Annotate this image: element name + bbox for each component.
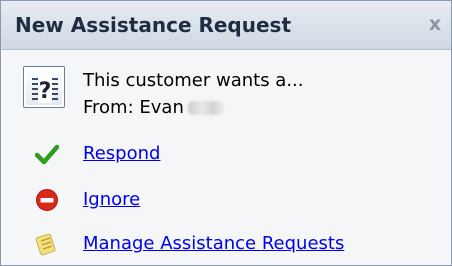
question-document-icon: ? bbox=[23, 66, 65, 108]
svg-text:?: ? bbox=[39, 79, 52, 104]
redacted-surname bbox=[187, 101, 224, 115]
assistance-request-popup: New Assistance Request x ? This customer… bbox=[0, 0, 452, 266]
popup-titlebar: New Assistance Request x bbox=[1, 1, 451, 50]
popup-title: New Assistance Request bbox=[15, 13, 292, 37]
ignore-link[interactable]: Ignore bbox=[83, 189, 140, 211]
manage-requests-link[interactable]: Manage Assistance Requests bbox=[83, 233, 344, 255]
no-entry-icon bbox=[36, 189, 58, 211]
request-sender-line: From: Evan bbox=[83, 94, 304, 121]
respond-link[interactable]: Respond bbox=[83, 143, 160, 165]
checkmark-icon bbox=[35, 144, 59, 165]
request-summary: This customer wants a... From: Evan bbox=[83, 67, 304, 121]
close-icon[interactable]: x bbox=[425, 13, 445, 35]
notepad-icon bbox=[35, 233, 56, 256]
request-from: From: Evan bbox=[83, 97, 184, 118]
request-message: This customer wants a... bbox=[83, 70, 304, 91]
